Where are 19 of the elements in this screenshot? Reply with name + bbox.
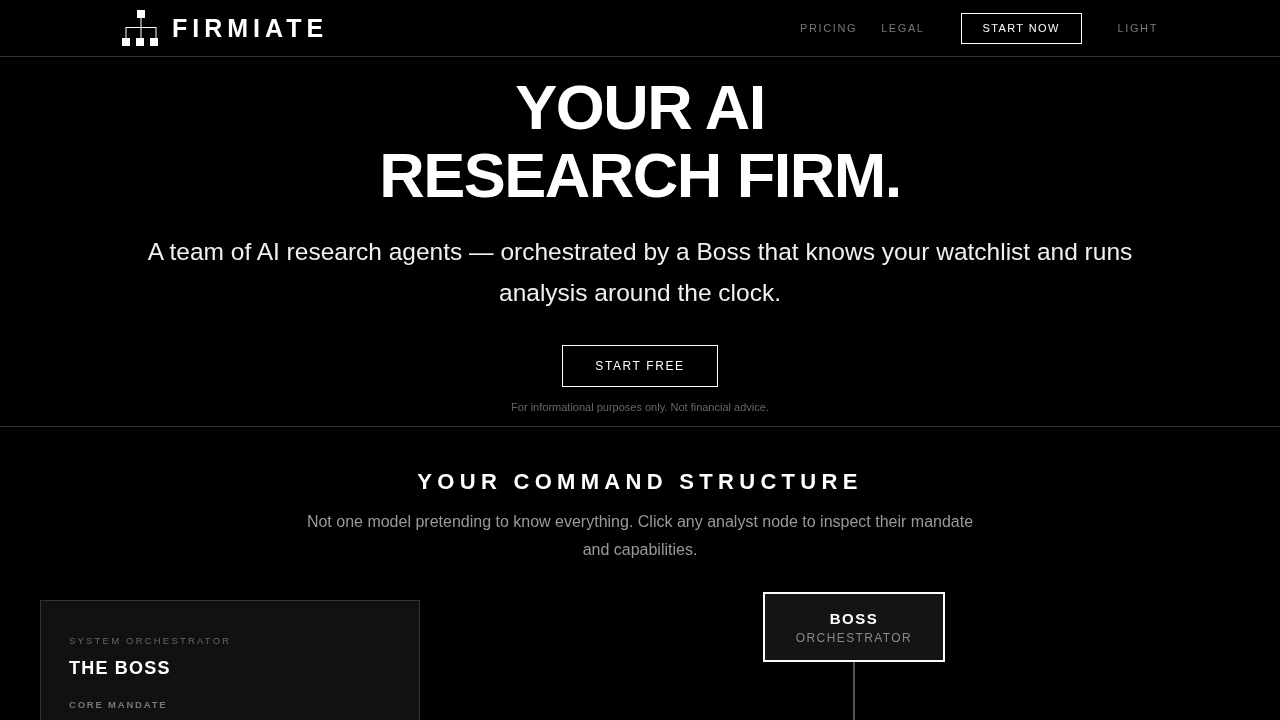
card-title: THE BOSS bbox=[69, 658, 171, 679]
start-free-button[interactable]: START FREE bbox=[562, 345, 718, 387]
nav-link[interactable]: LIGHT bbox=[1117, 22, 1158, 34]
card-eyebrow: SYSTEM ORCHESTRATOR bbox=[69, 635, 232, 646]
hero-subtitle: A team of AI research agents — orchestrated by a Boss that knows your watchlist and runs analysis around the clock. bbox=[146, 237, 1134, 308]
node-role: ORCHESTRATOR bbox=[795, 630, 913, 645]
hero-title: YOUR AI RESEARCH FIRM. bbox=[378, 73, 902, 209]
disclaimer-text: For informational purposes only. Not financial advice. bbox=[511, 401, 769, 413]
nav-link[interactable]: LEGAL bbox=[881, 22, 925, 34]
connector-line bbox=[853, 662, 855, 720]
card-section-label: CORE MANDATE bbox=[69, 699, 168, 710]
brand-name: FIRMIATE bbox=[172, 13, 329, 43]
org-node[interactable]: BOSS ORCHESTRATOR bbox=[763, 592, 945, 662]
section-description: Not one model pretending to know everything. Click any analyst node to inspect their mandate and capabilities. bbox=[305, 512, 975, 560]
node-title: BOSS bbox=[829, 609, 879, 627]
org-chart-logo-icon bbox=[122, 10, 160, 46]
section-title: YOUR COMMAND STRUCTURE bbox=[417, 469, 863, 495]
start-now-button[interactable]: START NOW bbox=[960, 12, 1082, 44]
nav-link[interactable]: PRICING bbox=[800, 22, 858, 34]
